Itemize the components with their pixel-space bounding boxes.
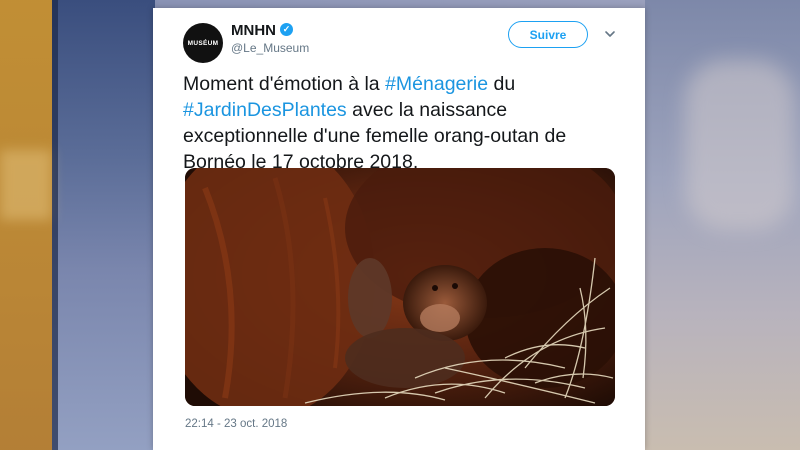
tweet-timestamp[interactable]: 22:14 - 23 oct. 2018 bbox=[185, 418, 287, 430]
chevron-down-icon[interactable] bbox=[603, 27, 617, 41]
hashtag-menagerie[interactable]: #Ménagerie bbox=[385, 73, 488, 95]
hashtag-jardindesplantes[interactable]: #JardinDesPlantes bbox=[183, 99, 347, 121]
tweet-text: Moment d'émotion à la #Ménagerie du #Jar… bbox=[183, 71, 623, 175]
background-left bbox=[0, 0, 155, 450]
follow-button[interactable]: Suivre bbox=[508, 21, 588, 48]
verified-badge-icon: ✓ bbox=[280, 23, 293, 36]
orangutan-photo bbox=[185, 168, 615, 406]
avatar-logo-text: MUSÉUM bbox=[187, 39, 219, 47]
tweet-card: MUSÉUM MNHN ✓ @Le_Museum Suivre Moment d… bbox=[153, 8, 645, 450]
background-right bbox=[645, 0, 800, 450]
account-handle[interactable]: @Le_Museum bbox=[231, 41, 309, 55]
tweet-text-part: Moment d'émotion à la bbox=[183, 73, 386, 95]
tweet-media-image[interactable] bbox=[185, 168, 615, 406]
tweet-text-part: du bbox=[488, 73, 516, 95]
avatar[interactable]: MUSÉUM bbox=[183, 23, 223, 63]
account-name[interactable]: MNHN bbox=[231, 22, 276, 39]
